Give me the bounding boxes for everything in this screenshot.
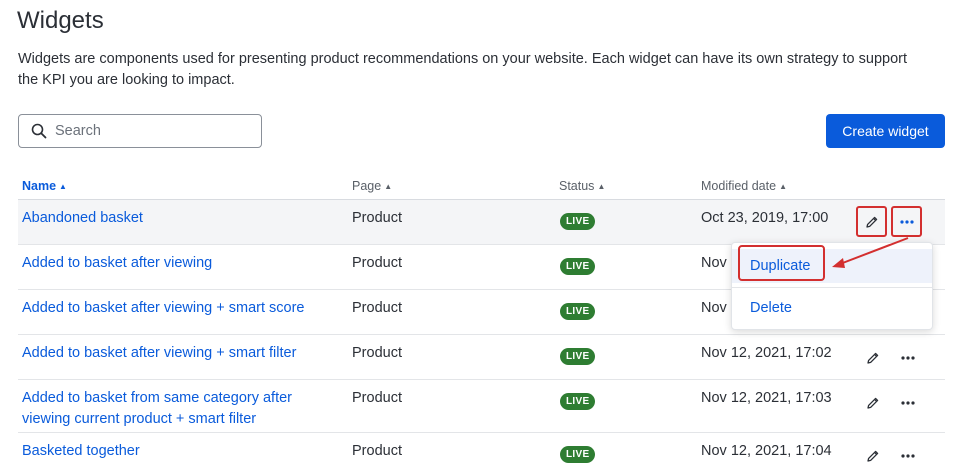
widget-name-link[interactable]: Added to basket after viewing (22, 253, 332, 274)
modified-date: Nov 12, 2021, 17:02 (701, 345, 832, 361)
column-header-name[interactable]: Name ▲ (22, 179, 67, 193)
more-actions-button[interactable] (895, 345, 921, 371)
modified-date: Nov 12, 2021, 17:04 (701, 443, 832, 459)
column-header-label: Page (352, 179, 382, 193)
status-badge: LIVE (560, 303, 596, 320)
widget-name-link[interactable]: Abandoned basket (22, 208, 332, 229)
widget-name-link[interactable]: Added to basket after viewing + smart fi… (22, 343, 332, 364)
status-badge: LIVE (560, 348, 596, 365)
edit-button[interactable] (856, 206, 887, 237)
column-header-label: Name (22, 179, 57, 193)
widget-page: Product (352, 390, 402, 406)
column-header-status[interactable]: Status ▲ (559, 179, 605, 193)
pencil-icon (867, 397, 879, 409)
more-horizontal-icon (901, 356, 915, 360)
modified-date: Nov (701, 255, 727, 271)
page-description: Widgets are components used for presenti… (18, 51, 908, 88)
modified-date: Oct 23, 2019, 17:00 (701, 210, 829, 226)
widget-page: Product (352, 255, 402, 271)
sort-asc-icon: ▲ (59, 181, 67, 191)
menu-divider (732, 287, 932, 288)
search-icon (31, 123, 47, 139)
status-badge: LIVE (560, 258, 596, 275)
status-badge: LIVE (560, 393, 596, 410)
table-row[interactable]: Abandoned basket Product LIVE Oct 23, 20… (18, 200, 945, 245)
edit-button[interactable] (860, 390, 886, 416)
widget-name-link[interactable]: Added to basket after viewing + smart sc… (22, 298, 332, 319)
edit-button[interactable] (860, 443, 886, 469)
pencil-icon (867, 352, 879, 364)
column-header-label: Status (559, 179, 595, 193)
duplicate-highlight-box (738, 245, 825, 281)
widget-page: Product (352, 300, 402, 316)
sort-asc-icon: ▲ (384, 181, 393, 191)
table-row[interactable]: Added to basket after viewing + smart fi… (18, 335, 945, 380)
column-header-label: Modified date (701, 179, 777, 193)
column-header-page[interactable]: Page ▲ (352, 179, 392, 193)
table-row[interactable]: Basketed together Product LIVE Nov 12, 2… (18, 433, 945, 472)
create-widget-button[interactable]: Create widget (826, 114, 945, 148)
more-actions-button[interactable] (891, 206, 922, 237)
sort-asc-icon: ▲ (597, 181, 606, 191)
table-row[interactable]: Added to basket from same category after… (18, 380, 945, 433)
more-horizontal-icon (901, 401, 915, 405)
widget-name-link[interactable]: Added to basket from same category after… (22, 388, 332, 430)
widget-page: Product (352, 443, 402, 459)
more-horizontal-icon (901, 454, 915, 458)
modified-date: Nov 12, 2021, 17:03 (701, 390, 832, 406)
column-header-modified[interactable]: Modified date ▲ (701, 179, 787, 193)
more-actions-button[interactable] (895, 443, 921, 469)
more-actions-button[interactable] (895, 390, 921, 416)
more-horizontal-icon (899, 219, 914, 224)
status-badge: LIVE (560, 446, 596, 463)
menu-item-delete[interactable]: Delete (732, 291, 932, 325)
page-title: Widgets (17, 7, 104, 34)
pencil-icon (867, 450, 879, 462)
widget-name-link[interactable]: Basketed together (22, 441, 332, 462)
widget-page: Product (352, 345, 402, 361)
widget-page: Product (352, 210, 402, 226)
search-box[interactable] (18, 114, 262, 148)
pencil-icon (865, 216, 877, 228)
sort-asc-icon: ▲ (779, 181, 787, 191)
status-badge: LIVE (560, 213, 596, 230)
edit-button[interactable] (860, 345, 886, 371)
search-input[interactable] (55, 123, 245, 139)
modified-date: Nov (701, 300, 727, 316)
